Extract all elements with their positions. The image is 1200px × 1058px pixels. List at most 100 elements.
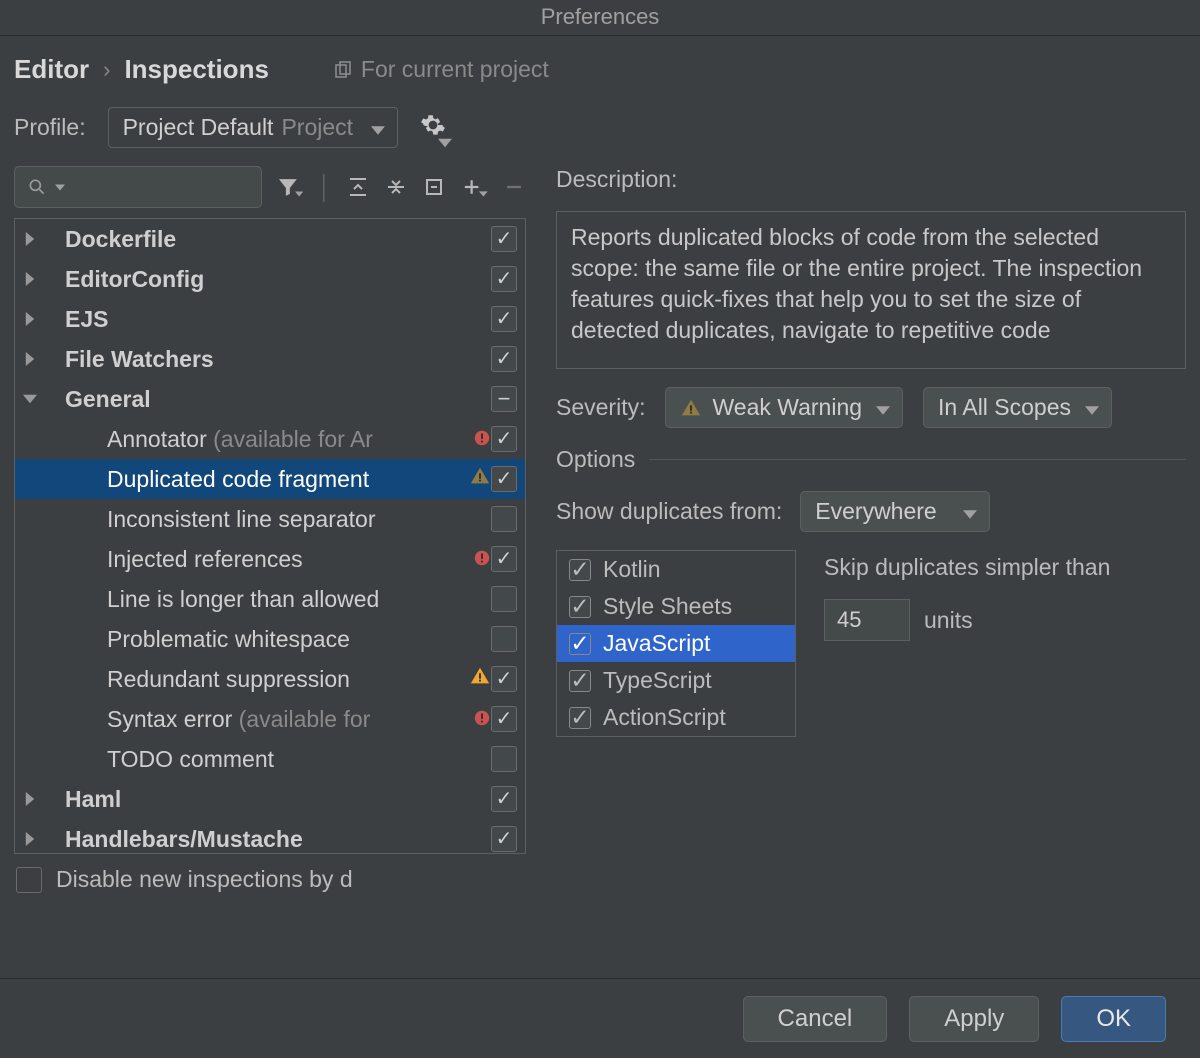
chevron-right-icon[interactable] (15, 312, 45, 326)
tree-checkbox[interactable] (491, 706, 517, 732)
profile-dropdown[interactable]: Project Default Project (108, 107, 398, 148)
chevron-right-icon: › (103, 57, 110, 83)
chevron-right-icon[interactable] (15, 792, 45, 806)
scope-dropdown[interactable]: In All Scopes (923, 387, 1112, 428)
chevron-down-icon[interactable] (55, 184, 65, 191)
remove-icon[interactable] (502, 173, 526, 201)
tree-checkbox[interactable] (491, 426, 517, 452)
tree-row[interactable]: Inconsistent line separator (15, 499, 525, 539)
tree-item-label: General (45, 386, 491, 413)
expand-all-icon[interactable] (346, 173, 370, 201)
warning-icon (469, 665, 491, 693)
lang-row[interactable]: ✓Kotlin (557, 551, 795, 588)
cancel-button[interactable]: Cancel (743, 996, 888, 1042)
tree-checkbox[interactable] (491, 266, 517, 292)
lang-checkbox[interactable]: ✓ (569, 559, 591, 581)
tree-checkbox[interactable] (491, 466, 517, 492)
tree-row[interactable]: Duplicated code fragment (15, 459, 525, 499)
tree-checkbox[interactable] (491, 786, 517, 812)
skip-value-input[interactable] (824, 599, 910, 641)
skip-units: units (924, 607, 973, 634)
tree-checkbox[interactable] (491, 746, 517, 772)
severity-dropdown[interactable]: Weak Warning (665, 387, 903, 428)
tree-row[interactable]: Problematic whitespace (15, 619, 525, 659)
breadcrumb-inspections[interactable]: Inspections (124, 54, 268, 85)
tree-item-label: Syntax error (available for (107, 706, 467, 733)
lang-row[interactable]: ✓ TypeScript (557, 662, 795, 699)
description-text[interactable]: Reports duplicated blocks of code from t… (556, 211, 1186, 369)
ok-button[interactable]: OK (1061, 996, 1166, 1042)
breadcrumb-editor[interactable]: Editor (14, 54, 89, 85)
tree-row[interactable]: EJS (15, 299, 525, 339)
tree-item-label: Injected references (107, 546, 467, 573)
chevron-down-icon[interactable] (15, 394, 45, 404)
lang-label: Style Sheets (603, 593, 732, 620)
tree-row[interactable]: Dockerfile (15, 219, 525, 259)
chevron-right-icon[interactable] (15, 352, 45, 366)
tree-row[interactable]: Syntax error (available for (15, 699, 525, 739)
tree-item-label: Problematic whitespace (107, 626, 491, 653)
collapse-all-icon[interactable] (384, 173, 408, 201)
tree-checkbox[interactable] (491, 386, 517, 412)
error-icon (473, 706, 491, 733)
tree-row[interactable]: Injected references (15, 539, 525, 579)
tree-row[interactable]: Handlebars/Mustache (15, 819, 525, 854)
weak-icon (469, 465, 491, 493)
tree-item-label: Haml (45, 786, 491, 813)
search-input[interactable] (14, 166, 262, 208)
tree-checkbox[interactable] (491, 306, 517, 332)
tree-checkbox[interactable] (491, 346, 517, 372)
tree-checkbox[interactable] (491, 626, 517, 652)
tree-row[interactable]: Redundant suppression (15, 659, 525, 699)
disable-new-checkbox[interactable] (16, 867, 42, 893)
skip-label: Skip duplicates simpler than (824, 554, 1110, 581)
tree-row[interactable]: Line is longer than allowed (15, 579, 525, 619)
tree-item-label: Line is longer than allowed (107, 586, 491, 613)
lang-label: TypeScript (603, 667, 712, 694)
lang-row[interactable]: ✓ActionScript (557, 699, 795, 736)
tree-checkbox[interactable] (491, 546, 517, 572)
lang-label: JavaScript (603, 630, 710, 657)
chevron-right-icon[interactable] (15, 232, 45, 246)
profile-label: Profile: (14, 114, 86, 141)
chevron-right-icon[interactable] (15, 832, 45, 846)
filter-icon[interactable] (276, 173, 304, 201)
left-panel: │ DockerfileEditorConfigEJSFile Watchers… (14, 166, 526, 893)
lang-checkbox[interactable]: ✓ (569, 633, 591, 655)
description-label: Description: (556, 166, 1186, 193)
search-icon (27, 177, 47, 197)
tree-row[interactable]: TODO comment (15, 739, 525, 779)
footer: Cancel Apply OK (0, 978, 1200, 1058)
options-label: Options (556, 446, 635, 473)
language-list[interactable]: ✓Kotlin✓Style Sheets✓JavaScript✓TypeScri… (556, 550, 796, 737)
lang-row[interactable]: ✓ Style Sheets (557, 588, 795, 625)
tree-row[interactable]: File Watchers (15, 339, 525, 379)
lang-checkbox[interactable]: ✓ (569, 707, 591, 729)
tree-row[interactable]: Annotator (available for Ar (15, 419, 525, 459)
dup-from-dropdown[interactable]: Everywhere (800, 491, 990, 532)
apply-button[interactable]: Apply (909, 996, 1039, 1042)
tree-item-label: Handlebars/Mustache (45, 826, 491, 853)
lang-checkbox[interactable]: ✓ (569, 596, 591, 618)
add-icon[interactable] (460, 173, 488, 201)
gear-icon[interactable] (420, 112, 446, 144)
tree-item-label: Dockerfile (45, 226, 491, 253)
tree-row[interactable]: Haml (15, 779, 525, 819)
lang-checkbox[interactable]: ✓ (569, 670, 591, 692)
tree-row[interactable]: EditorConfig (15, 259, 525, 299)
tree-checkbox[interactable] (491, 666, 517, 692)
breadcrumb-bar: Editor › Inspections For current project (0, 36, 1200, 93)
tree-checkbox[interactable] (491, 586, 517, 612)
dup-from-label: Show duplicates from: (556, 498, 782, 525)
lang-row[interactable]: ✓ JavaScript (557, 625, 795, 662)
tree-row[interactable]: General (15, 379, 525, 419)
error-icon (473, 426, 491, 453)
tree-checkbox[interactable] (491, 506, 517, 532)
tree-checkbox[interactable] (491, 226, 517, 252)
divider (649, 459, 1186, 460)
tree-checkbox[interactable] (491, 826, 517, 852)
chevron-right-icon[interactable] (15, 272, 45, 286)
tree-item-label: Annotator (available for Ar (107, 426, 467, 453)
reset-icon[interactable] (422, 173, 446, 201)
inspection-tree[interactable]: Dockerfile EditorConfigEJSFile Watchers Ge… (14, 218, 526, 854)
